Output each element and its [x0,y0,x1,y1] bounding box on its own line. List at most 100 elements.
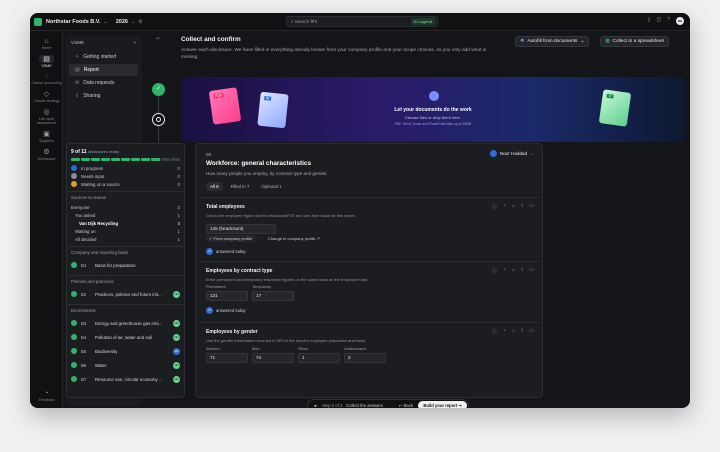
assignee-avatar: NH [173,319,180,327]
lock-icon[interactable]: ⌂ [512,203,515,210]
help-icon[interactable]: ? [667,17,670,25]
source-row[interactable]: Van Dijk Recycling 3 [67,219,184,227]
autofill-button[interactable]: ❖ Autofill from documents ⌄ [515,36,590,47]
rail-item-0[interactable]: ⌂ Home [30,38,63,50]
comment-icon[interactable]: ◔ [503,328,506,335]
info-icon[interactable]: ⓘ [492,203,497,210]
assignee-avatar: NH [173,361,180,369]
sources-title: Sources to review [67,191,184,203]
change-profile-link[interactable]: Change in company profile ↗ [268,236,320,241]
spreadsheet-icon: ▦ [605,39,610,44]
step-current[interactable] [152,113,165,126]
disclosure-item-b3[interactable]: B3 Energy and greenhouse gas emi... NH [67,316,184,330]
comment-icon[interactable]: ◔ [503,203,506,210]
info-icon[interactable]: ⓘ [492,267,497,274]
back-arrow-icon[interactable]: ↵ [156,36,160,42]
attachment-icon[interactable]: ⌇ [521,267,523,274]
attachment-icon[interactable]: ⌇ [521,328,523,335]
total-employees-field[interactable]: 145 (headcount) [206,224,276,234]
sidebar-item-data-requests[interactable]: ✉ Data requests [69,77,138,89]
disclosure-item-b7[interactable]: B7 Resource use, circular economy ... NH [67,372,184,386]
source-row[interactable]: Everyone 3 [67,203,184,211]
question-title: Employees by gender [206,329,258,335]
filter-tab-optional[interactable]: Optional 1 [257,182,285,191]
number-field-undisclosed[interactable]: 2 [344,353,386,363]
document-drop-zone[interactable]: PDF W X Let your documents do the work C… [181,77,685,142]
disclosure-item-b2[interactable]: B2 Practices, policies and future init...… [67,287,184,301]
collapse-icon[interactable]: « [133,40,136,45]
filter-tab-filled-in[interactable]: Filled in 7 [227,182,254,191]
build-report-button[interactable]: Build your report ↪ [418,401,467,408]
info-icon[interactable]: ⓘ [492,328,497,335]
sidebar-item-report[interactable]: ▤ Report [69,64,138,76]
search-placeholder: Search ⌘K [294,18,318,24]
check-icon [71,291,77,297]
source-row[interactable]: You asked 1 [67,211,184,219]
legend-value: 0 [177,181,180,187]
rail-item-5[interactable]: ▣ Suppliers [30,130,63,143]
progress-segment [101,158,110,161]
number-field-permanent[interactable]: 131 [206,291,248,301]
back-button[interactable]: ↩ Back [399,403,413,408]
number-field-women[interactable]: 71 [206,353,248,363]
filter-count: 1 [279,184,282,189]
settings-icon[interactable]: ⚙ [138,19,142,25]
comment-icon[interactable]: ◔ [503,267,506,274]
pdf-file-icon: PDF [208,87,242,125]
attachment-icon[interactable]: ⌇ [521,203,523,210]
filter-count: 8 [216,184,219,189]
source-row[interactable]: Waiting on 1 [67,227,184,235]
disclosure-label: Basis for preparation [95,262,136,268]
rail-label: Feedback [38,398,55,402]
step-done-icon[interactable]: ✓ [152,83,165,96]
disclosure-item-b6[interactable]: B6 Water NH [67,358,184,372]
rail-label: Workspace [37,157,56,161]
question-actions: ⓘ ◔ ⌂ ⌇ ▭ [492,203,534,210]
spreadsheet-button[interactable]: ▦ Collect in a spreadsheet [600,36,670,47]
suppliers-icon: ▣ [43,131,50,138]
number-field-men[interactable]: 74 [252,353,294,363]
rail-item-4[interactable]: ◎ Life cycle assessment [30,108,63,125]
org-name[interactable]: Northstar Foods B.V. [46,19,101,25]
chevron-down-icon[interactable]: ⌄ [131,19,135,25]
chat-icon[interactable]: ◫ [656,17,661,25]
chat-icon[interactable]: ▭ [529,328,534,335]
sidebar-title: VSME [71,40,85,45]
rail-item-2[interactable]: ◌ Carbon accounting [30,73,63,85]
assignee-selector[interactable]: Noor Haddad ⌄ [489,150,534,157]
source-chip[interactable]: ✓ From company profile [206,235,256,242]
step-name: Collect the answers [346,403,383,408]
ai-legend-badge[interactable]: AI Legend [410,18,435,25]
document-icon[interactable]: ▯ [648,17,651,25]
sidebar-item-sharing[interactable]: ⇪ Sharing [69,90,138,102]
rail-item-6[interactable]: ⚙ Workspace [30,148,63,161]
assignee-avatar: VD [173,347,180,355]
disclosure-item-b1[interactable]: B1 Basis for preparation [67,258,184,272]
year-selector[interactable]: 2026 [116,19,128,25]
disclosure-code: B3 [81,320,87,326]
check-icon [71,334,77,340]
filter-tab-all[interactable]: All 8 [206,182,223,191]
number-field-temporary[interactable]: 17 [252,291,294,301]
carbon-icon: ◌ [44,73,49,80]
number-field-other[interactable]: 1 [298,353,340,363]
user-avatar[interactable]: NH [676,17,684,25]
rail-item-feedback[interactable]: ◔ Feedback [30,390,63,402]
rail-item-1[interactable]: ▤ VSME [30,55,63,68]
disclosure-item-b4[interactable]: B4 Pollution of air, water and soil NH [67,330,184,344]
search-input[interactable]: ⌕ Search ⌘K AI Legend [286,16,438,27]
rail-label: Climate strategy [33,99,60,103]
lock-icon[interactable]: ⌂ [512,328,515,335]
chat-icon[interactable]: ▭ [529,267,534,274]
question-desc: Use the gender information recorded in H… [206,338,367,343]
progress-suffix: disclosures ready [87,149,120,154]
lock-icon[interactable]: ⌂ [512,267,515,274]
sidebar-item-getting-started[interactable]: ✧ Getting started [69,51,138,63]
disclosure-item-b5[interactable]: B5 Biodiversity VD [67,344,184,358]
chevron-updown-icon[interactable]: ⌄ [104,19,108,25]
chat-icon[interactable]: ▭ [529,203,534,210]
legend-label: In progress [81,165,103,171]
rail-item-3[interactable]: ◇ Climate strategy [30,90,63,103]
source-row[interactable]: All decided 1 [67,235,184,243]
autofill-label: Autofill from documents [527,39,578,44]
